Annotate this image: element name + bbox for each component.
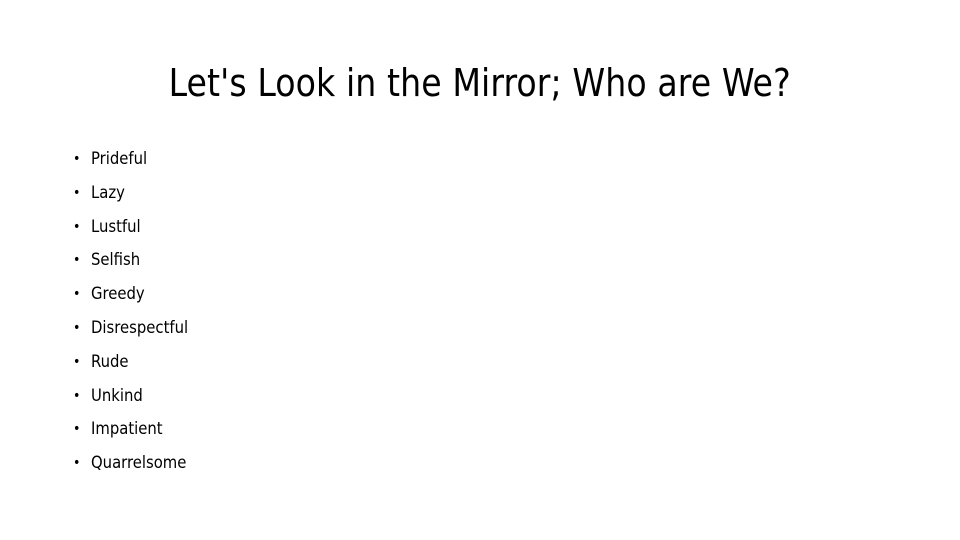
bullet-point-icon: • [73, 319, 81, 336]
bullet-point-icon: • [73, 218, 81, 235]
list-item: • Lazy [60, 177, 900, 211]
bullet-point-icon: • [73, 353, 81, 370]
list-item-label: Rude [91, 351, 129, 372]
list-item-label: Impatient [91, 419, 163, 440]
slide-title-placeholder: Let's Look in the Mirror; Who are We? [60, 56, 900, 112]
bullet-point-icon: • [73, 286, 81, 303]
bullet-point-icon: • [73, 151, 81, 167]
list-item: • Lustful [60, 211, 900, 245]
list-item: • Prideful [60, 143, 900, 177]
list-item-label: Selfish [91, 250, 141, 271]
bullet-point-icon: • [73, 184, 81, 201]
list-item: • Rude [60, 346, 900, 380]
list-item-label: Lustful [91, 216, 141, 237]
list-item: • Disrespectful [60, 312, 900, 346]
list-item-label: Quarrelsome [91, 453, 187, 474]
slide-body-placeholder: • Prideful • Lazy • Lustful • Selfish • … [60, 143, 900, 481]
list-item-label: Lazy [91, 182, 125, 203]
list-item: • Quarrelsome [60, 447, 900, 481]
bullet-list: • Prideful • Lazy • Lustful • Selfish • … [60, 143, 900, 481]
bullet-point-icon: • [73, 455, 81, 472]
page-title: Let's Look in the Mirror; Who are We? [168, 61, 792, 106]
list-item: • Selfish [60, 244, 900, 278]
bullet-point-icon: • [73, 387, 81, 404]
list-item-label: Prideful [91, 149, 148, 169]
slide: Let's Look in the Mirror; Who are We? • … [0, 0, 960, 540]
list-item: • Impatient [60, 413, 900, 447]
list-item: • Unkind [60, 380, 900, 414]
list-item-label: Unkind [91, 385, 143, 406]
list-item-label: Disrespectful [91, 317, 189, 338]
list-item: • Greedy [60, 278, 900, 312]
bullet-point-icon: • [73, 421, 81, 438]
bullet-point-icon: • [73, 252, 81, 269]
list-item-label: Greedy [91, 284, 145, 305]
